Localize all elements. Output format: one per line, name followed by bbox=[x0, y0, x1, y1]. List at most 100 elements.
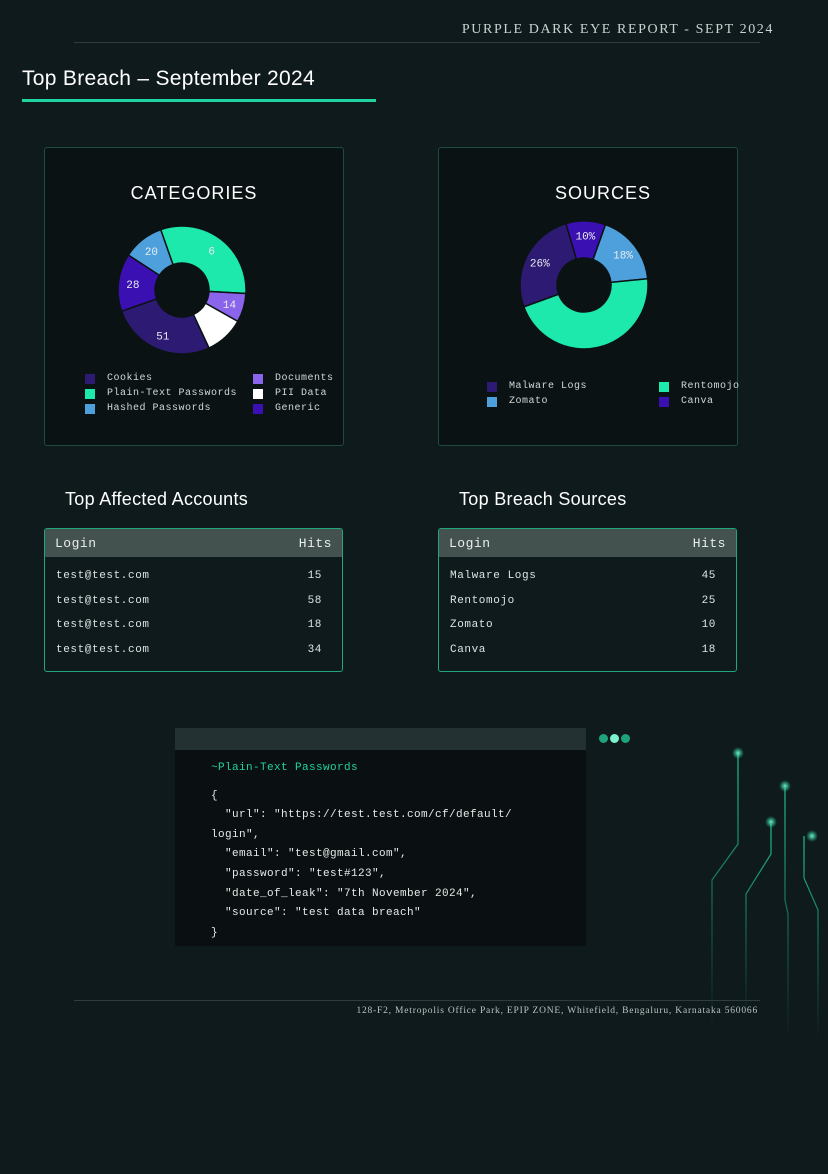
legend-label: Malware Logs bbox=[509, 381, 588, 392]
code-line: { bbox=[211, 789, 219, 802]
code-line: "source": "test data breach" bbox=[211, 907, 422, 920]
footer-divider bbox=[74, 1000, 760, 1001]
column-header-hits: Hits bbox=[692, 535, 726, 551]
legend-swatch bbox=[85, 403, 95, 414]
dot bbox=[610, 734, 619, 743]
legend-label: Plain-Text Passwords bbox=[107, 388, 238, 399]
dot bbox=[621, 734, 630, 743]
code-line: "password": "test#123", bbox=[211, 867, 387, 880]
affected-accounts-title: Top Affected Accounts bbox=[65, 489, 249, 509]
cell-hits: 34 bbox=[307, 644, 322, 657]
legend-item-documents: Documents bbox=[253, 373, 334, 384]
cell-login: Canva bbox=[450, 644, 487, 657]
report-header: PURPLE DARK EYE REPORT - SEPT 2024 bbox=[461, 22, 774, 37]
cell-hits: 18 bbox=[307, 619, 322, 632]
cell-hits: 58 bbox=[307, 594, 322, 607]
legend-swatch bbox=[253, 388, 263, 399]
data-label: 28 bbox=[126, 280, 139, 292]
cell-login: test@test.com bbox=[56, 594, 150, 607]
code-line: "email": "test@gmail.com", bbox=[211, 848, 408, 861]
table-header: Login Hits bbox=[45, 529, 342, 557]
categories-donut-chart: 51 28 20 6 14 bbox=[117, 225, 247, 355]
table-body: Malware Logs 45 Rentomojo 25 Zomato 10 C… bbox=[439, 557, 736, 662]
column-header-hits: Hits bbox=[298, 535, 332, 551]
sources-chart-card: SOURCES 26% 10% 18% Malware Logs Zomato Re… bbox=[438, 147, 740, 446]
dot bbox=[599, 734, 608, 743]
table-row: test@test.com 34 bbox=[45, 638, 342, 663]
legend-label: Canva bbox=[681, 396, 714, 407]
title-underline bbox=[22, 99, 376, 102]
legend-item-plain-text-passwords: Plain-Text Passwords bbox=[85, 388, 237, 399]
legend-swatch bbox=[85, 373, 95, 384]
table-row: Zomato 10 bbox=[439, 613, 736, 638]
legend-label: Hashed Passwords bbox=[107, 403, 212, 414]
legend-item-canva: Canva bbox=[659, 396, 714, 407]
table-row: test@test.com 58 bbox=[45, 589, 342, 614]
table-row: test@test.com 15 bbox=[45, 564, 342, 589]
affected-accounts-table: Login Hits test@test.com 15 test@test.co… bbox=[44, 528, 343, 672]
data-label: 14 bbox=[223, 300, 237, 312]
code-line: login", bbox=[211, 828, 261, 841]
code-line: } bbox=[211, 926, 219, 939]
column-header-login: Login bbox=[449, 535, 491, 551]
cell-login: test@test.com bbox=[56, 619, 150, 632]
window-dots-icon bbox=[599, 734, 630, 743]
slice-plain-text-passwords bbox=[159, 225, 247, 295]
data-label: 18% bbox=[613, 251, 633, 263]
cell-login: Malware Logs bbox=[450, 570, 537, 583]
footer-address: 128-F2, Metropolis Office Park, EPIP ZON… bbox=[356, 1006, 758, 1016]
code-line: "url": "https://test.test.com/cf/default… bbox=[211, 809, 513, 822]
data-label: 10% bbox=[575, 232, 595, 244]
legend-swatch bbox=[487, 381, 497, 392]
cell-hits: 15 bbox=[307, 570, 322, 583]
legend-item-zomato: Zomato bbox=[487, 396, 548, 407]
table-row: Rentomojo 25 bbox=[439, 589, 736, 614]
legend-swatch bbox=[487, 396, 497, 407]
legend-item-generic: Generic bbox=[253, 403, 321, 414]
legend-label: Zomato bbox=[509, 396, 549, 407]
cell-login: Zomato bbox=[450, 619, 494, 632]
circuit-decoration-icon bbox=[711, 747, 819, 1040]
legend-label: PII Data bbox=[275, 388, 328, 399]
legend-item-hashed-passwords: Hashed Passwords bbox=[85, 403, 211, 414]
cell-hits: 45 bbox=[701, 570, 716, 583]
table-row: Canva 18 bbox=[439, 638, 736, 663]
table-body: test@test.com 15 test@test.com 58 test@t… bbox=[45, 557, 342, 662]
cell-login: test@test.com bbox=[56, 644, 150, 657]
legend-swatch bbox=[659, 381, 669, 392]
data-label: 51 bbox=[156, 332, 170, 344]
cell-login: Rentomojo bbox=[450, 594, 515, 607]
code-line: "date_of_leak": "7th November 2024", bbox=[211, 887, 478, 900]
legend-label: Documents bbox=[275, 373, 334, 384]
table-row: Malware Logs 45 bbox=[439, 564, 736, 589]
code-window-titlebar bbox=[175, 728, 586, 750]
table-header: Login Hits bbox=[439, 529, 736, 557]
code-body: ~Plain-Text Passwords { "url": "https://… bbox=[175, 750, 586, 943]
legend-item-cookies: Cookies bbox=[85, 373, 153, 384]
cell-hits: 10 bbox=[701, 619, 716, 632]
cell-hits: 25 bbox=[701, 594, 716, 607]
legend-item-rentomojo: Rentomojo bbox=[659, 381, 740, 392]
cell-hits: 18 bbox=[701, 644, 716, 657]
data-label: 20 bbox=[145, 247, 158, 259]
legend-label: Rentomojo bbox=[681, 381, 740, 392]
table-row: test@test.com 18 bbox=[45, 613, 342, 638]
categories-chart-card: CATEGORIES 51 28 20 6 14 Cookies Plain-Text … bbox=[44, 147, 344, 446]
data-label: 26% bbox=[530, 259, 550, 271]
column-header-login: Login bbox=[55, 535, 97, 551]
header-divider bbox=[74, 42, 760, 43]
legend-swatch bbox=[85, 388, 95, 399]
legend-label: Cookies bbox=[107, 373, 153, 384]
breach-sources-table: Login Hits Malware Logs 45 Rentomojo 25 … bbox=[438, 528, 737, 672]
page-title: Top Breach – September 2024 bbox=[22, 67, 315, 90]
code-comment: ~Plain-Text Passwords bbox=[211, 762, 359, 774]
legend-swatch bbox=[253, 403, 263, 414]
legend-item-malware-logs: Malware Logs bbox=[487, 381, 587, 392]
cell-login: test@test.com bbox=[56, 570, 150, 583]
legend-swatch bbox=[659, 396, 669, 407]
breach-sources-title: Top Breach Sources bbox=[459, 489, 627, 509]
legend-label: Generic bbox=[275, 403, 321, 414]
data-label: 6 bbox=[208, 246, 215, 258]
code-sample-window: ~Plain-Text Passwords { "url": "https://… bbox=[175, 728, 586, 946]
legend-swatch bbox=[253, 373, 263, 384]
